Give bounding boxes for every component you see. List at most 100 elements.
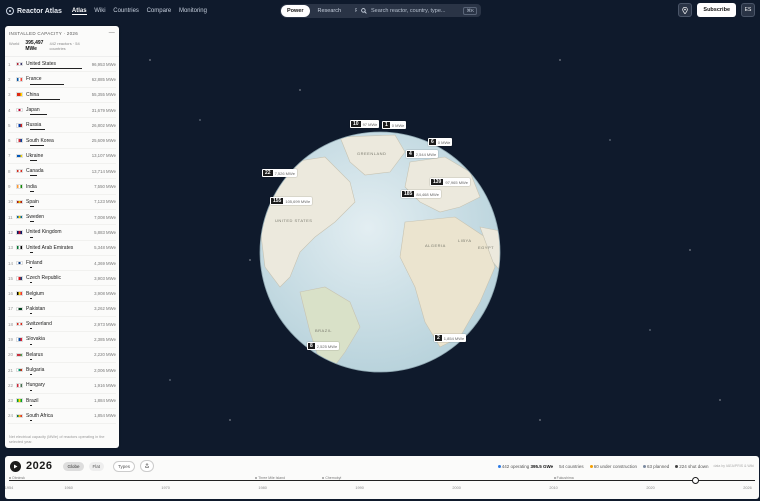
- reactor-cluster-marker[interactable]: 139 97,965 MWe: [430, 178, 470, 186]
- cluster-count: 185: [402, 191, 415, 197]
- share-button[interactable]: [140, 460, 155, 472]
- capacity-bar: [30, 129, 45, 131]
- country-row[interactable]: 16 Belgium 3,908 MWe: [8, 286, 116, 302]
- timeline-handle[interactable]: [692, 477, 700, 484]
- country-capacity: 7,550 MWe: [94, 184, 116, 190]
- country-row[interactable]: 8 Canada 13,714 MWe: [8, 164, 116, 180]
- country-row[interactable]: 11 Sweden 7,008 MWe: [8, 210, 116, 226]
- reactor-cluster-marker[interactable]: 10 97 MWe: [350, 120, 380, 128]
- country-row[interactable]: 15 Czech Republic 3,903 MWe: [8, 271, 116, 287]
- country-rank: 22: [8, 382, 14, 388]
- cluster-capacity: 2,525 MWe: [316, 343, 338, 349]
- view-globe-chip[interactable]: Globe: [63, 461, 84, 471]
- country-row[interactable]: 24 South Africa 1,854 MWe: [8, 409, 116, 425]
- country-capacity: 3,908 MWe: [94, 291, 116, 297]
- flag-icon: [16, 214, 23, 220]
- collapse-icon[interactable]: —: [109, 30, 115, 36]
- globe[interactable]: GREENLAND UNITED STATES BRAZIL LIBYA ALG…: [255, 127, 505, 377]
- search-icon: [361, 7, 367, 14]
- timeline-stat: 63 planned: [642, 464, 669, 469]
- country-row[interactable]: 23 Brazil 1,884 MWe: [8, 394, 116, 409]
- country-rank: 15: [8, 275, 14, 281]
- country-list: 1 United States 96,953 MWe 2 France 62,885 MW…: [5, 57, 119, 425]
- country-name: South Korea: [26, 137, 54, 144]
- mode-power[interactable]: Power: [281, 5, 310, 17]
- reactor-cluster-marker[interactable]: 22 7,526 MWe: [262, 169, 297, 177]
- country-rank: 20: [8, 352, 14, 358]
- nav-countries[interactable]: Countries: [113, 8, 139, 14]
- reactor-cluster-marker[interactable]: 185 84,468 MWe: [401, 190, 441, 198]
- flag-icon: [16, 291, 23, 296]
- country-row[interactable]: 4 Japan 31,679 MWe: [8, 103, 116, 119]
- country-capacity: 1,854 MWe: [94, 413, 116, 419]
- mode-research[interactable]: Research: [312, 5, 348, 17]
- reactor-cluster-marker[interactable]: 155 105,699 MWe: [270, 197, 313, 205]
- language-button[interactable]: ES: [741, 3, 755, 17]
- country-capacity: 2,006 MWe: [94, 367, 116, 373]
- country-row[interactable]: 21 Bulgaria 2,006 MWe: [8, 363, 116, 379]
- cluster-capacity: 97,965 MWe: [445, 179, 468, 185]
- timeline-event[interactable]: Three Mile Island: [255, 476, 285, 480]
- nav-monitoring[interactable]: Monitoring: [179, 8, 207, 14]
- country-row[interactable]: 5 Russia 26,802 MWe: [8, 118, 116, 134]
- country-row[interactable]: 7 Ukraine 13,107 MWe: [8, 149, 116, 165]
- country-rank: 5: [8, 122, 11, 128]
- capacity-bar: [30, 404, 32, 406]
- country-row[interactable]: 9 India 7,550 MWe: [8, 179, 116, 195]
- country-capacity: 1,884 MWe: [94, 398, 116, 404]
- timeline-tick-label: 1970: [161, 486, 170, 490]
- country-row[interactable]: 13 United Arab Emirates 5,348 MWe: [8, 241, 116, 256]
- country-row[interactable]: 19 Slovakia 2,385 MWe: [8, 332, 116, 348]
- country-row[interactable]: 12 United Kingdom 5,883 MWe: [8, 225, 116, 241]
- country-capacity: 1,916 MWe: [94, 382, 116, 388]
- flag-icon: [16, 367, 23, 373]
- reactor-cluster-marker[interactable]: 2 1,854 MWe: [434, 334, 467, 342]
- cluster-count: 2: [435, 335, 442, 341]
- reactor-cluster-marker[interactable]: 10 MWe: [382, 121, 407, 129]
- country-name: Czech Republic: [26, 275, 62, 282]
- panel-title: INSTALLED CAPACITY · 2026: [9, 30, 79, 36]
- reactor-cluster-marker[interactable]: 60 MWe: [428, 138, 453, 146]
- flag-icon: [16, 107, 23, 113]
- country-rank: 9: [8, 184, 11, 190]
- country-row[interactable]: 22 Hungary 1,916 MWe: [8, 378, 116, 394]
- country-row[interactable]: 10 Spain 7,123 MWe: [8, 195, 116, 210]
- country-row[interactable]: 2 France 62,885 MWe: [8, 72, 116, 88]
- cluster-capacity: 97 MWe: [362, 121, 378, 127]
- country-rank: 3: [8, 92, 11, 98]
- country-row[interactable]: 6 South Korea 25,609 MWe: [8, 133, 116, 149]
- cluster-capacity: 2,544 MWe: [415, 151, 437, 157]
- nav-atlas[interactable]: Atlas: [71, 8, 87, 15]
- country-rank: 8: [8, 168, 11, 174]
- country-name: Slovakia: [26, 336, 45, 343]
- view-flat-chip[interactable]: Flat: [88, 461, 105, 471]
- timeline-event[interactable]: Fukushima: [554, 476, 574, 480]
- subscribe-button[interactable]: Subscribe: [697, 3, 736, 17]
- share-icon: [145, 463, 149, 468]
- capacity-bar: [30, 114, 48, 116]
- types-button[interactable]: Types: [113, 460, 136, 472]
- country-row[interactable]: 20 Belarus 2,220 MWe: [8, 348, 116, 363]
- reactor-cluster-marker[interactable]: 8 2,525 MWe: [307, 342, 340, 350]
- nav-wiki[interactable]: Wiki: [94, 8, 105, 14]
- country-row[interactable]: 17 Pakistan 3,262 MWe: [8, 302, 116, 318]
- country-name: United States: [26, 61, 57, 68]
- play-button[interactable]: [10, 460, 21, 472]
- country-row[interactable]: 14 Finland 4,369 MWe: [8, 256, 116, 272]
- timeline-track[interactable]: Obninsk Three Mile Island Chernobyl Fukushi…: [9, 476, 755, 484]
- search-input[interactable]: Search reactor, country, type... ⌘K: [357, 4, 481, 17]
- timeline-panel: 2026 Globe Flat Types 442 operating 395.…: [5, 456, 759, 499]
- globe-map[interactable]: GREENLAND UNITED STATES BRAZIL LIBYA ALG…: [255, 127, 505, 377]
- location-button[interactable]: [678, 3, 693, 17]
- country-name: Belarus: [26, 351, 43, 358]
- timeline-event[interactable]: Obninsk: [9, 476, 25, 480]
- country-row[interactable]: 1 United States 96,953 MWe: [8, 57, 116, 73]
- country-capacity: 5,348 MWe: [94, 245, 116, 251]
- reactor-cluster-marker[interactable]: 4 2,544 MWe: [406, 150, 439, 158]
- timeline-event[interactable]: Chernobyl: [322, 476, 341, 480]
- nav-compare[interactable]: Compare: [147, 8, 172, 14]
- status-dot-icon: [675, 464, 679, 468]
- app-logo[interactable]: Reactor Atlas: [6, 7, 62, 15]
- country-row[interactable]: 3 China 55,355 MWe: [8, 88, 116, 103]
- country-row[interactable]: 18 Switzerland 2,973 MWe: [8, 317, 116, 333]
